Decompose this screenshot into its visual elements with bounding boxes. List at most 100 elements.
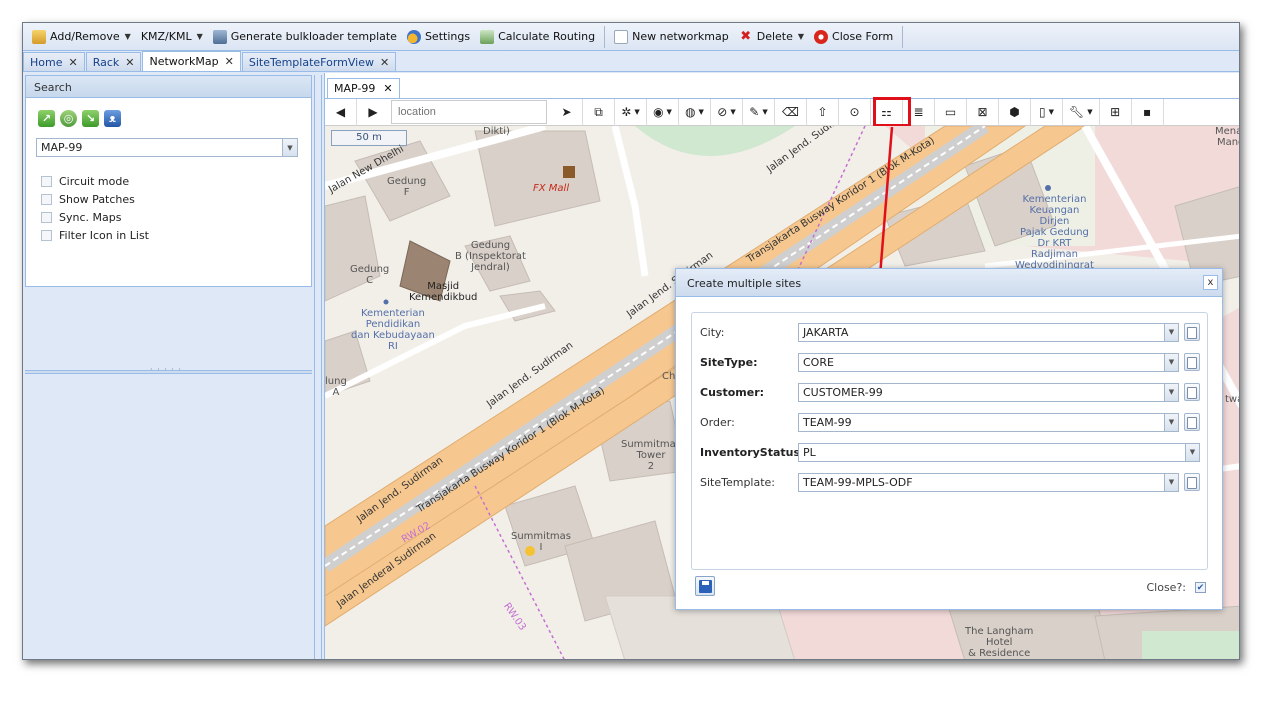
search-panel: Search ↗ ◎ ↘ ᴥ MAP-99 ▼ Circuit mode Sho…	[25, 75, 312, 287]
sitetype-picker-button[interactable]	[1184, 353, 1200, 371]
arrow-right-circle-icon: ▶	[368, 105, 378, 119]
order-combobox[interactable]: TEAM-99 ▼	[798, 412, 1179, 432]
checkbox[interactable]	[41, 230, 52, 241]
close-icon[interactable]: ✕	[383, 82, 392, 95]
add-remove-button[interactable]: Add/Remove ▼	[27, 26, 136, 48]
close-icon[interactable]: x	[1203, 275, 1218, 290]
new-networkmap-button[interactable]: New networkmap	[609, 26, 734, 48]
chevron-down-icon[interactable]: ▼	[1185, 443, 1199, 461]
cube-button[interactable]: ⬢	[999, 98, 1031, 126]
zoom-in-map-icon[interactable]: ↗	[38, 110, 55, 127]
chevron-down-icon: ▼	[730, 108, 736, 116]
customer-combobox[interactable]: CUSTOMER-99 ▼	[798, 382, 1179, 402]
generate-bulkloader-button[interactable]: Generate bulkloader template	[208, 26, 402, 48]
scale-bar: 50 m	[331, 130, 407, 146]
map-toolbar: ◀ ▶ ➤ ⧉ ✲▼ ◉▼ ◍▼ ⊘▼ ✎▼ ⌫ ⇧ ⊙ ⚏ ≣ ▭ ⊠ ⬢ ▯…	[325, 98, 1239, 126]
target-button[interactable]: ⊙	[839, 98, 871, 126]
pencil-icon: ✎	[749, 105, 760, 119]
tools-button[interactable]: 🔧︎ ▼	[1063, 98, 1100, 126]
customer-picker-button[interactable]	[1184, 383, 1200, 401]
sitetemplate-combobox[interactable]: TEAM-99-MPLS-ODF ▼	[798, 472, 1179, 492]
window-button[interactable]: ▭	[935, 98, 967, 126]
tab-home[interactable]: Home ✕	[23, 52, 85, 71]
chevron-down-icon: ▼	[666, 108, 672, 116]
binoculars-icon[interactable]: ᴥ	[104, 110, 121, 127]
add-button[interactable]: ⊞	[1100, 98, 1132, 126]
chevron-down-icon: ▼	[762, 108, 768, 116]
forward-button[interactable]: ▶	[357, 99, 389, 126]
dialog-form: City: JAKARTA ▼ SiteType: CORE ▼ Customer:…	[691, 312, 1208, 570]
sitetype-combobox[interactable]: CORE ▼	[798, 352, 1179, 372]
tab-bar: Home ✕ Rack ✕ NetworkMap ✕ SiteTemplateForm…	[23, 51, 1239, 72]
file-button[interactable]: ▯ ▼	[1031, 98, 1063, 126]
show-patches-checkbox[interactable]: Show Patches	[41, 193, 135, 206]
chevron-down-icon[interactable]: ▼	[282, 139, 297, 156]
tab-rack[interactable]: Rack ✕	[85, 52, 142, 71]
location-input[interactable]	[391, 100, 547, 124]
panel-splitter[interactable]: · · · · ·	[25, 365, 312, 374]
sitetemplate-picker-button[interactable]	[1184, 473, 1200, 491]
map-label: Kementerian Pendidikan dan Kebudayaan RI	[351, 308, 435, 352]
chevron-down-icon[interactable]: ▼	[1164, 383, 1178, 401]
settings-button[interactable]: Settings	[402, 26, 475, 48]
calculate-routing-button[interactable]: Calculate Routing	[475, 26, 600, 48]
chevron-down-icon[interactable]: ▼	[1164, 353, 1178, 371]
view-button[interactable]: ◉ ▼	[647, 98, 679, 126]
external-link-button[interactable]: ⧉	[583, 98, 615, 126]
chevron-down-icon[interactable]: ▼	[1164, 323, 1178, 341]
vertical-splitter[interactable]	[314, 75, 322, 659]
toolbar-separator	[604, 25, 606, 48]
city-picker-button[interactable]	[1184, 323, 1200, 341]
hide-button[interactable]: ⊘ ▼	[711, 98, 743, 126]
zoom-out-map-icon[interactable]: ↘	[82, 110, 99, 127]
close-icon[interactable]: ✕	[225, 55, 234, 68]
map-label: Summitmas I	[511, 531, 571, 553]
map-select[interactable]: MAP-99 ▼	[36, 138, 298, 157]
chevron-down-icon: ▼	[196, 32, 203, 41]
globe-icon[interactable]: ◎	[60, 110, 77, 127]
more-button[interactable]: ▪	[1132, 98, 1164, 126]
locate-button[interactable]: ➤	[551, 98, 583, 126]
close-icon[interactable]: ✕	[68, 56, 77, 69]
chevron-down-icon[interactable]: ▼	[1164, 473, 1178, 491]
checkbox[interactable]	[41, 194, 52, 205]
close-box-button[interactable]: ⊠	[967, 98, 999, 126]
draw-button[interactable]: ✎ ▼	[743, 98, 775, 126]
back-button[interactable]: ◀	[325, 98, 357, 126]
close-form-icon	[814, 29, 829, 44]
order-picker-button[interactable]	[1184, 413, 1200, 431]
filter-icon-in-list-checkbox[interactable]: Filter Icon in List	[41, 229, 149, 242]
tab-map[interactable]: MAP-99 ✕	[327, 78, 400, 98]
customer-row: Customer: CUSTOMER-99 ▼	[700, 382, 1200, 402]
delete-button[interactable]: ✖ Delete ▼	[734, 26, 809, 48]
upload-icon: ⇧	[817, 105, 828, 119]
toolbar-separator	[902, 25, 904, 48]
close-icon[interactable]: ✕	[125, 56, 134, 69]
sitetemplate-label: SiteTemplate:	[700, 475, 776, 489]
eye-slash-icon: ⊘	[717, 105, 728, 119]
globe-layers-button[interactable]: ◍ ▼	[679, 98, 711, 126]
close-icon[interactable]: ✕	[380, 56, 389, 69]
chevron-down-icon: ▼	[1087, 108, 1093, 116]
tab-networkmap[interactable]: NetworkMap ✕	[142, 51, 241, 71]
sync-maps-checkbox[interactable]: Sync. Maps	[41, 211, 121, 224]
city-combobox[interactable]: JAKARTA ▼	[798, 322, 1179, 342]
close-form-button[interactable]: Close Form	[809, 26, 898, 48]
inventorystatus-combobox[interactable]: PL ▼	[798, 442, 1200, 462]
tab-sitetemplateformview[interactable]: SiteTemplateFormView ✕	[241, 52, 397, 71]
kmz-kml-button[interactable]: KMZ/KML ▼	[136, 26, 208, 48]
select-tool-button[interactable]: ✲ ▼	[615, 98, 647, 126]
circuit-mode-checkbox[interactable]: Circuit mode	[41, 175, 129, 188]
delete-icon: ✖	[740, 28, 752, 44]
save-button[interactable]	[695, 576, 715, 596]
eraser-button[interactable]: ⌫	[775, 98, 807, 126]
settings-icon	[406, 29, 421, 44]
more-icon: ▪	[1143, 105, 1152, 119]
close-checkbox[interactable]: ✔	[1195, 582, 1206, 593]
checkbox[interactable]	[41, 212, 52, 223]
upload-button[interactable]: ⇧	[807, 98, 839, 126]
map-label: Gedung B (Inspektorat Jendral)	[455, 240, 526, 273]
chevron-down-icon[interactable]: ▼	[1164, 413, 1178, 431]
wrench-icon: 🔧︎	[1069, 105, 1085, 119]
checkbox[interactable]	[41, 176, 52, 187]
